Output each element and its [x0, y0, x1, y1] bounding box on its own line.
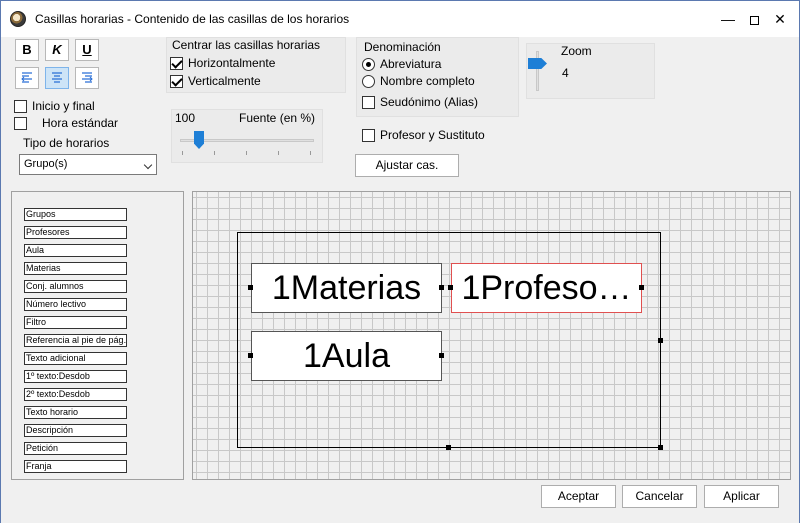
slider-tick — [278, 151, 279, 155]
profesor-sustituto-label: Profesor y Sustituto — [380, 128, 485, 142]
title-bar: Casillas horarias - Contenido de las cas… — [1, 1, 799, 37]
resize-handle[interactable] — [439, 353, 444, 358]
abreviatura-option[interactable]: Abreviatura — [362, 57, 441, 71]
close-button[interactable]: ✕ — [770, 9, 790, 29]
chevron-down-icon — [143, 160, 153, 170]
hora-estandar-checkbox[interactable] — [14, 116, 27, 130]
field-item-texto-desdob-1[interactable]: 1º texto:Desdob — [24, 370, 127, 383]
hora-estandar-option[interactable]: Hora estándar — [14, 116, 118, 130]
resize-handle[interactable] — [439, 285, 444, 290]
field-item-aula[interactable]: Aula — [24, 244, 127, 257]
resize-handle[interactable] — [248, 285, 253, 290]
cancelar-button[interactable]: Cancelar — [622, 485, 697, 508]
maximize-icon — [749, 15, 759, 25]
align-center-button[interactable] — [45, 67, 69, 89]
field-item-numero-lectivo[interactable]: Número lectivo — [24, 298, 127, 311]
profesor-sustituto-option[interactable]: Profesor y Sustituto — [362, 128, 485, 142]
resize-handle[interactable] — [658, 445, 663, 450]
vertical-label: Verticalmente — [188, 74, 261, 88]
nombre-completo-radio[interactable] — [362, 74, 375, 88]
slider-tick — [310, 151, 311, 155]
align-left-icon — [21, 72, 32, 83]
minimize-button[interactable]: — — [718, 9, 738, 29]
field-item-texto-horario[interactable]: Texto horario — [24, 406, 127, 419]
fields-panel: Grupos Profesores Aula Materias Conj. al… — [11, 191, 184, 480]
cell-profesores[interactable]: 1Profeso… — [451, 263, 642, 313]
field-item-grupos[interactable]: Grupos — [24, 208, 127, 221]
aceptar-button[interactable]: Aceptar — [541, 485, 616, 508]
abreviatura-radio[interactable] — [362, 57, 375, 71]
slider-tick — [182, 151, 183, 155]
dialog-window: Casillas horarias - Contenido de las cas… — [0, 0, 800, 523]
vertical-option[interactable]: Verticalmente — [170, 74, 261, 88]
layout-canvas[interactable]: 1Materias 1Profeso… 1Aula — [192, 191, 791, 480]
align-right-button[interactable] — [75, 67, 99, 89]
dialog-body: B K U Inicio y final Hora estándar Tipo … — [1, 37, 799, 523]
field-item-materias[interactable]: Materias — [24, 262, 127, 275]
bold-button[interactable]: B — [15, 39, 39, 61]
font-label: Fuente (en %) — [239, 111, 316, 125]
cell-materias[interactable]: 1Materias — [251, 263, 442, 313]
maximize-button[interactable] — [744, 9, 764, 29]
cell-aula[interactable]: 1Aula — [251, 331, 442, 381]
horizontal-option[interactable]: Horizontalmente — [170, 56, 275, 70]
window-title: Casillas horarias - Contenido de las cas… — [35, 12, 350, 26]
align-center-icon — [52, 72, 62, 83]
nombre-completo-option[interactable]: Nombre completo — [362, 74, 475, 88]
inicio-final-label: Inicio y final — [32, 99, 95, 113]
aplicar-button[interactable]: Aplicar — [704, 485, 779, 508]
denominacion-label: Denominación — [364, 40, 441, 54]
resize-handle[interactable] — [639, 285, 644, 290]
seudonimo-label: Seudónimo (Alias) — [380, 95, 479, 109]
hora-estandar-label: Hora estándar — [42, 116, 119, 130]
zoom-slider-track[interactable] — [536, 51, 539, 91]
align-right-icon — [82, 72, 93, 83]
resize-handle[interactable] — [448, 285, 453, 290]
slider-tick — [214, 151, 215, 155]
field-item-conj-alumnos[interactable]: Conj. alumnos — [24, 280, 127, 293]
horizontal-checkbox[interactable] — [170, 56, 183, 70]
align-left-button[interactable] — [15, 67, 39, 89]
nombre-completo-label: Nombre completo — [380, 74, 475, 88]
profesor-sustituto-checkbox[interactable] — [362, 128, 375, 142]
field-item-filtro[interactable]: Filtro — [24, 316, 127, 329]
field-item-texto-desdob-2[interactable]: 2º texto:Desdob — [24, 388, 127, 401]
slider-tick — [246, 151, 247, 155]
zoom-value: 4 — [562, 66, 569, 80]
field-item-profesores[interactable]: Profesores — [24, 226, 127, 239]
ajustar-button[interactable]: Ajustar cas. — [355, 154, 459, 177]
field-item-texto-adicional[interactable]: Texto adicional — [24, 352, 127, 365]
vertical-checkbox[interactable] — [170, 74, 183, 88]
abreviatura-label: Abreviatura — [380, 57, 442, 71]
horizontal-label: Horizontalmente — [188, 56, 276, 70]
field-item-peticion[interactable]: Petición — [24, 442, 127, 455]
font-value: 100 — [175, 111, 196, 125]
resize-handle[interactable] — [248, 353, 253, 358]
tipo-horarios-select[interactable]: Grupo(s) — [19, 154, 157, 175]
seudonimo-checkbox[interactable] — [362, 95, 375, 109]
field-item-descripcion[interactable]: Descripción — [24, 424, 127, 437]
field-item-franja[interactable]: Franja — [24, 460, 127, 473]
resize-handle[interactable] — [446, 445, 451, 450]
field-item-referencia[interactable]: Referencia al pie de pág. — [24, 334, 127, 347]
centrar-group-label: Centrar las casillas horarias — [172, 38, 321, 52]
resize-handle[interactable] — [658, 338, 663, 343]
tipo-horarios-value: Grupo(s) — [24, 158, 68, 170]
underline-button[interactable]: U — [75, 39, 99, 61]
italic-button[interactable]: K — [45, 39, 69, 61]
inicio-final-checkbox[interactable] — [14, 99, 27, 113]
tipo-horarios-label: Tipo de horarios — [23, 136, 110, 150]
inicio-final-option[interactable]: Inicio y final — [14, 99, 95, 113]
zoom-label: Zoom — [561, 44, 592, 58]
app-icon — [10, 11, 26, 27]
seudonimo-option[interactable]: Seudónimo (Alias) — [362, 95, 478, 109]
